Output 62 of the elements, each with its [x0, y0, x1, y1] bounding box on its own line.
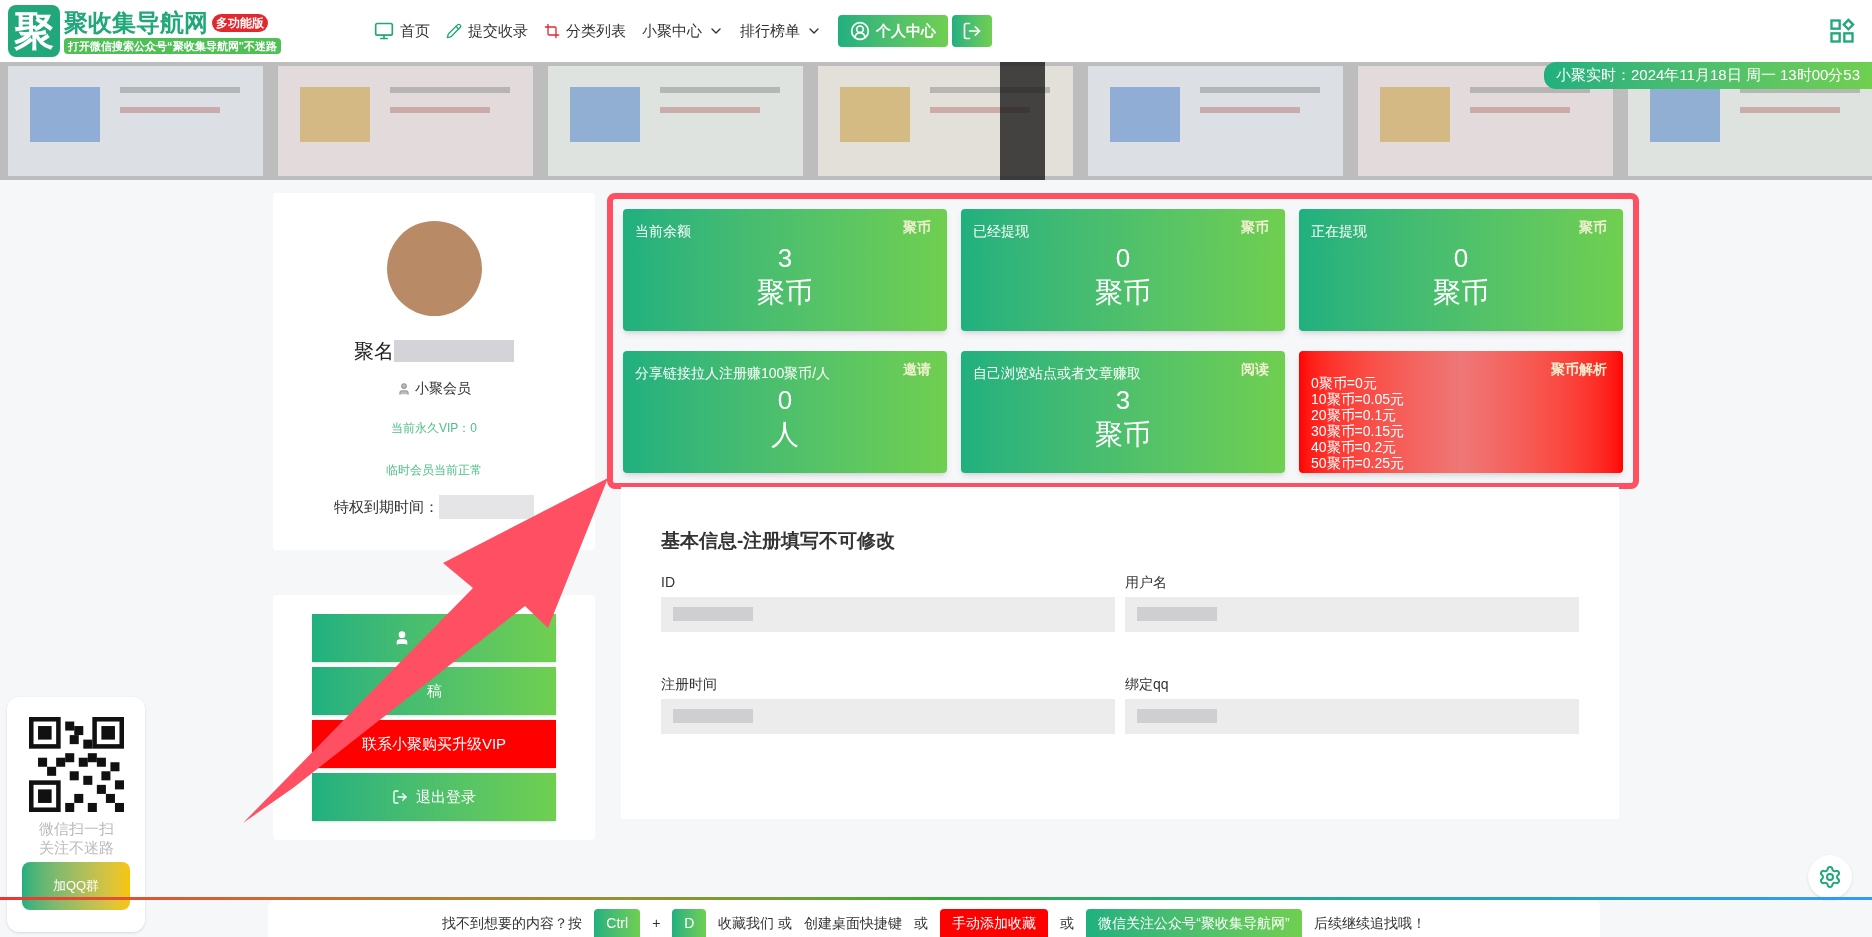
- stat-unit: 聚币: [1094, 275, 1152, 310]
- stat-value: 0: [1452, 242, 1470, 275]
- stat-label: 自己浏览站点或者文章赚取: [973, 364, 1141, 383]
- stat-unit: 聚币: [1432, 275, 1490, 310]
- slogan: 打开微信搜索公众号“聚收集导航网”不迷路: [64, 37, 281, 55]
- logo-mark[interactable]: 聚: [8, 5, 60, 57]
- stat-tag: 阅读: [1241, 359, 1269, 380]
- stat-tag: 聚币: [1241, 217, 1269, 238]
- user-name: 聚名: [354, 339, 394, 364]
- nav-link[interactable]: 提交收录: [446, 19, 528, 43]
- stat-label: 已经提现: [973, 222, 1029, 241]
- edition-badge: 多功能版: [212, 13, 268, 32]
- membership-status: 临时会员当前正常: [386, 462, 482, 479]
- clock-badge: 小聚实时：2024年11月18日 周一 13时00分53: [1544, 62, 1872, 89]
- user-center-button[interactable]: 个人中心: [838, 15, 948, 47]
- key-badge: 微信关注公众号“聚收集导航网”: [1086, 909, 1302, 937]
- footer-text: 或: [1060, 914, 1075, 933]
- join-group-button[interactable]: 加QQ群: [22, 861, 130, 910]
- footer-text: +: [652, 914, 661, 933]
- stat-tag: 聚币解析: [1551, 359, 1607, 380]
- key-badge: Ctrl: [594, 909, 641, 937]
- stat-label: 分享链接拉人注册赚100聚币/人: [635, 364, 831, 383]
- qr-caption: 关注不迷路: [38, 838, 114, 858]
- footer-text: 找不到想要的内容？按: [442, 914, 583, 933]
- stat-value: 3: [1114, 384, 1132, 417]
- footer-text: 创建桌面快捷键: [804, 914, 903, 933]
- footer-text: 或: [914, 914, 929, 933]
- rate-line: 40聚币=0.2元: [1311, 439, 1398, 455]
- vip-count: 当前永久VIP：0: [391, 420, 477, 437]
- field-label: ID: [661, 572, 676, 592]
- stat-tag: 邀请: [903, 359, 931, 380]
- field-label: 绑定qq: [1125, 674, 1170, 694]
- side-button[interactable]: 退出登录: [312, 773, 556, 821]
- add-bookmark-link[interactable]: 手动添加收藏: [940, 909, 1049, 937]
- field-label: 用户名: [1125, 572, 1168, 592]
- field-label: 注册时间: [661, 674, 718, 694]
- stat-unit: 人: [770, 417, 800, 452]
- stat-value: 0: [1114, 242, 1132, 275]
- stat-value: 3: [776, 242, 794, 275]
- stat-unit: 聚币: [1094, 417, 1152, 452]
- key-badge: D: [672, 909, 707, 937]
- stat-label: 当前余额: [635, 222, 691, 241]
- rate-line: 50聚币=0.25元: [1311, 455, 1405, 471]
- nav-link[interactable]: 小聚中心: [642, 19, 724, 43]
- rate-line: 20聚币=0.1元: [1311, 407, 1398, 423]
- stat-value: 0: [776, 384, 794, 417]
- nav-link[interactable]: 排行榜单: [740, 19, 822, 43]
- rate-line: 10聚币=0.05元: [1311, 391, 1405, 407]
- nav-link[interactable]: 首页: [374, 19, 430, 43]
- nav-link[interactable]: 分类列表: [544, 19, 626, 43]
- footer-text: 后续继续追找哦！: [1313, 914, 1426, 933]
- section-title: 基本信息-注册填写不可修改: [661, 529, 897, 553]
- rate-line: 30聚币=0.15元: [1311, 423, 1405, 439]
- rate-line: 0聚币=0元: [1311, 375, 1378, 391]
- stat-unit: 聚币: [756, 275, 814, 310]
- site-title: 聚收集导航网: [64, 7, 208, 38]
- stat-label: 正在提现: [1311, 222, 1367, 241]
- member-role: 小聚会员: [415, 379, 471, 398]
- stat-tag: 聚币: [1579, 217, 1607, 238]
- footer-text: 收藏我们 或: [718, 914, 793, 933]
- expiry-label: 特权到期时间：: [334, 496, 439, 517]
- stat-tag: 聚币: [903, 217, 931, 238]
